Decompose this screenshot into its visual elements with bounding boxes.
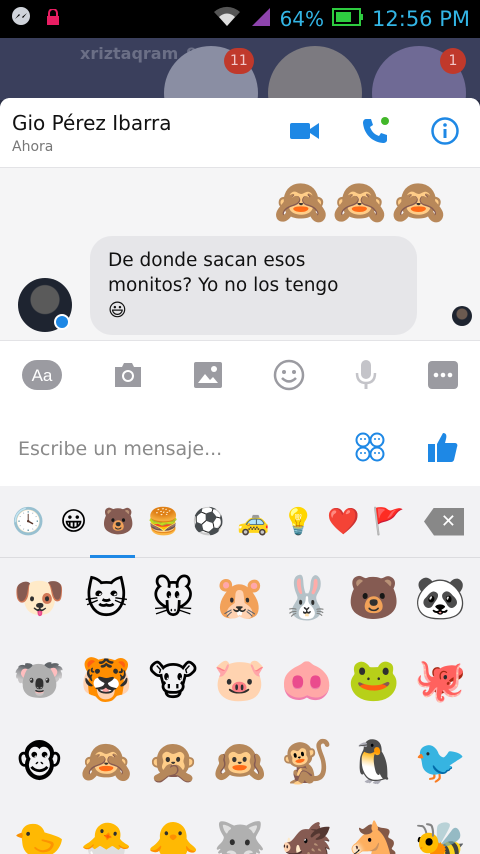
wifi-icon [212, 6, 242, 33]
emoji-monkey-face[interactable]: 🐵 [6, 736, 73, 788]
received-message-bubble[interactable]: De donde sacan esos monitos? Yo no los t… [90, 236, 417, 335]
emoji-hear-no-evil[interactable]: 🙉 [207, 736, 274, 788]
text-style-icon[interactable]: Aa [22, 359, 62, 394]
read-receipt-avatar [452, 306, 472, 326]
emoji-octopus[interactable]: 🐙 [407, 654, 474, 706]
emoji-hatching-chick[interactable]: 🐣 [73, 818, 140, 854]
message-input[interactable] [18, 438, 354, 460]
emoji-dog[interactable]: 🐶 [6, 572, 73, 624]
emoji-grid: 🐶 🐱 🐭 🐹 🐰 🐻 🐼 🐨 🐯 🐮 🐷 🐽 🐸 🐙 🐵 🙈 🙊 🙉 🐒 🐧 … [0, 558, 480, 854]
battery-icon [332, 7, 364, 32]
sticker-see-no-evil-monkey[interactable]: 🙈 [332, 176, 387, 228]
tab-objects-icon[interactable]: 💡 [276, 502, 321, 542]
tab-animals-icon[interactable]: 🐻 [96, 502, 141, 542]
contact-status: Ahora [12, 138, 54, 155]
chat-head-contact[interactable] [268, 46, 362, 100]
emoji-category-tabs: 🕓 😀 🐻 🍔 ⚽ 🚕 💡 ❤️ 🚩 ✕ [0, 486, 480, 558]
emoji-monkey[interactable]: 🐒 [273, 736, 340, 788]
tab-travel-icon[interactable]: 🚕 [231, 502, 276, 542]
tab-sports-icon[interactable]: ⚽ [186, 502, 231, 542]
emoji-baby-chick[interactable]: 🐤 [6, 818, 73, 854]
emoji-pig-nose[interactable]: 🐽 [273, 654, 340, 706]
background-chat-heads: xriztaqram_93 11 1 [0, 38, 480, 100]
emoji-see-no-evil[interactable]: 🙈 [73, 736, 140, 788]
emoji-bird[interactable]: 🐦 [407, 736, 474, 788]
clock: 12:56 PM [372, 7, 470, 31]
emoji-hamster[interactable]: 🐹 [207, 572, 274, 624]
backspace-icon[interactable]: ✕ [424, 507, 464, 536]
emoji-penguin[interactable]: 🐧 [340, 736, 407, 788]
tab-symbols-icon[interactable]: ❤️ [321, 502, 366, 542]
message-line: monitos? Yo no los tengo [108, 275, 339, 296]
messenger-icon [10, 6, 32, 32]
emoji-icon[interactable] [273, 359, 305, 395]
composer-toolbar: Aa [0, 340, 480, 412]
emoji-cow[interactable]: 🐮 [140, 654, 207, 706]
lock-icon [46, 8, 60, 29]
messenger-badge-icon [54, 314, 70, 330]
tab-food-icon[interactable]: 🍔 [141, 502, 186, 542]
message-line: De donde sacan esos [108, 250, 306, 271]
tab-recent-clock-icon[interactable]: 🕓 [6, 502, 51, 542]
emoji-tiger[interactable]: 🐯 [73, 654, 140, 706]
chat-card: Gio Pérez Ibarra Ahora 🙈 🙈 🙈 De donde sa… [0, 98, 480, 486]
emoji-wolf[interactable]: 🐺 [207, 818, 274, 854]
microphone-icon[interactable] [354, 359, 378, 395]
emoji-horse[interactable]: 🐴 [340, 818, 407, 854]
like-thumb-icon[interactable] [426, 430, 460, 468]
camera-icon[interactable] [112, 361, 144, 393]
emoji-cat[interactable]: 🐱 [73, 572, 140, 624]
emoji-bee[interactable]: 🐝 [407, 818, 474, 854]
emoji-koala[interactable]: 🐨 [6, 654, 73, 706]
video-call-icon[interactable] [290, 121, 320, 145]
active-tab-indicator [90, 555, 135, 558]
gallery-icon[interactable] [193, 361, 223, 393]
unread-badge: 1 [440, 48, 466, 74]
emoji-speak-no-evil[interactable]: 🙊 [140, 736, 207, 788]
emoji-panda[interactable]: 🐼 [407, 572, 474, 624]
unread-badge: 11 [224, 48, 254, 74]
message-composer [0, 412, 480, 486]
emoji-boar[interactable]: 🐗 [273, 818, 340, 854]
phone-call-icon[interactable] [360, 116, 390, 150]
emoji-panel: 🕓 😀 🐻 🍔 ⚽ 🚕 💡 ❤️ 🚩 ✕ 🐶 🐱 🐭 🐹 🐰 🐻 🐼 🐨 🐯 🐮… [0, 486, 480, 854]
battery-percent: 64% [279, 7, 325, 31]
emoji-front-chick[interactable]: 🐥 [140, 818, 207, 854]
emoji-rabbit[interactable]: 🐰 [273, 572, 340, 624]
message-list: 🙈 🙈 🙈 De donde sacan esos monitos? Yo no… [0, 168, 480, 340]
svg-text:Aa: Aa [32, 366, 53, 385]
tab-flags-icon[interactable]: 🚩 [366, 502, 411, 542]
more-options-icon[interactable] [427, 360, 458, 393]
emoji-bear[interactable]: 🐻 [340, 572, 407, 624]
emoji-frog[interactable]: 🐸 [340, 654, 407, 706]
sticker-see-no-evil-monkey[interactable]: 🙈 [274, 176, 329, 228]
sticker-see-no-evil-monkey[interactable]: 🙈 [391, 176, 446, 228]
status-bar: 64% 12:56 PM [0, 0, 480, 38]
emoji-mouse[interactable]: 🐭 [140, 572, 207, 624]
tab-smileys-icon[interactable]: 😀 [51, 502, 96, 542]
emoji-pig[interactable]: 🐷 [207, 654, 274, 706]
contact-name[interactable]: Gio Pérez Ibarra [12, 111, 290, 135]
signal-icon [250, 6, 272, 33]
smiley-emoji: 😃 [108, 300, 127, 321]
sent-stickers: 🙈 🙈 🙈 [274, 176, 446, 228]
info-icon[interactable] [430, 116, 460, 150]
stickers-icon[interactable] [354, 431, 386, 467]
chat-header: Gio Pérez Ibarra Ahora [0, 98, 480, 168]
